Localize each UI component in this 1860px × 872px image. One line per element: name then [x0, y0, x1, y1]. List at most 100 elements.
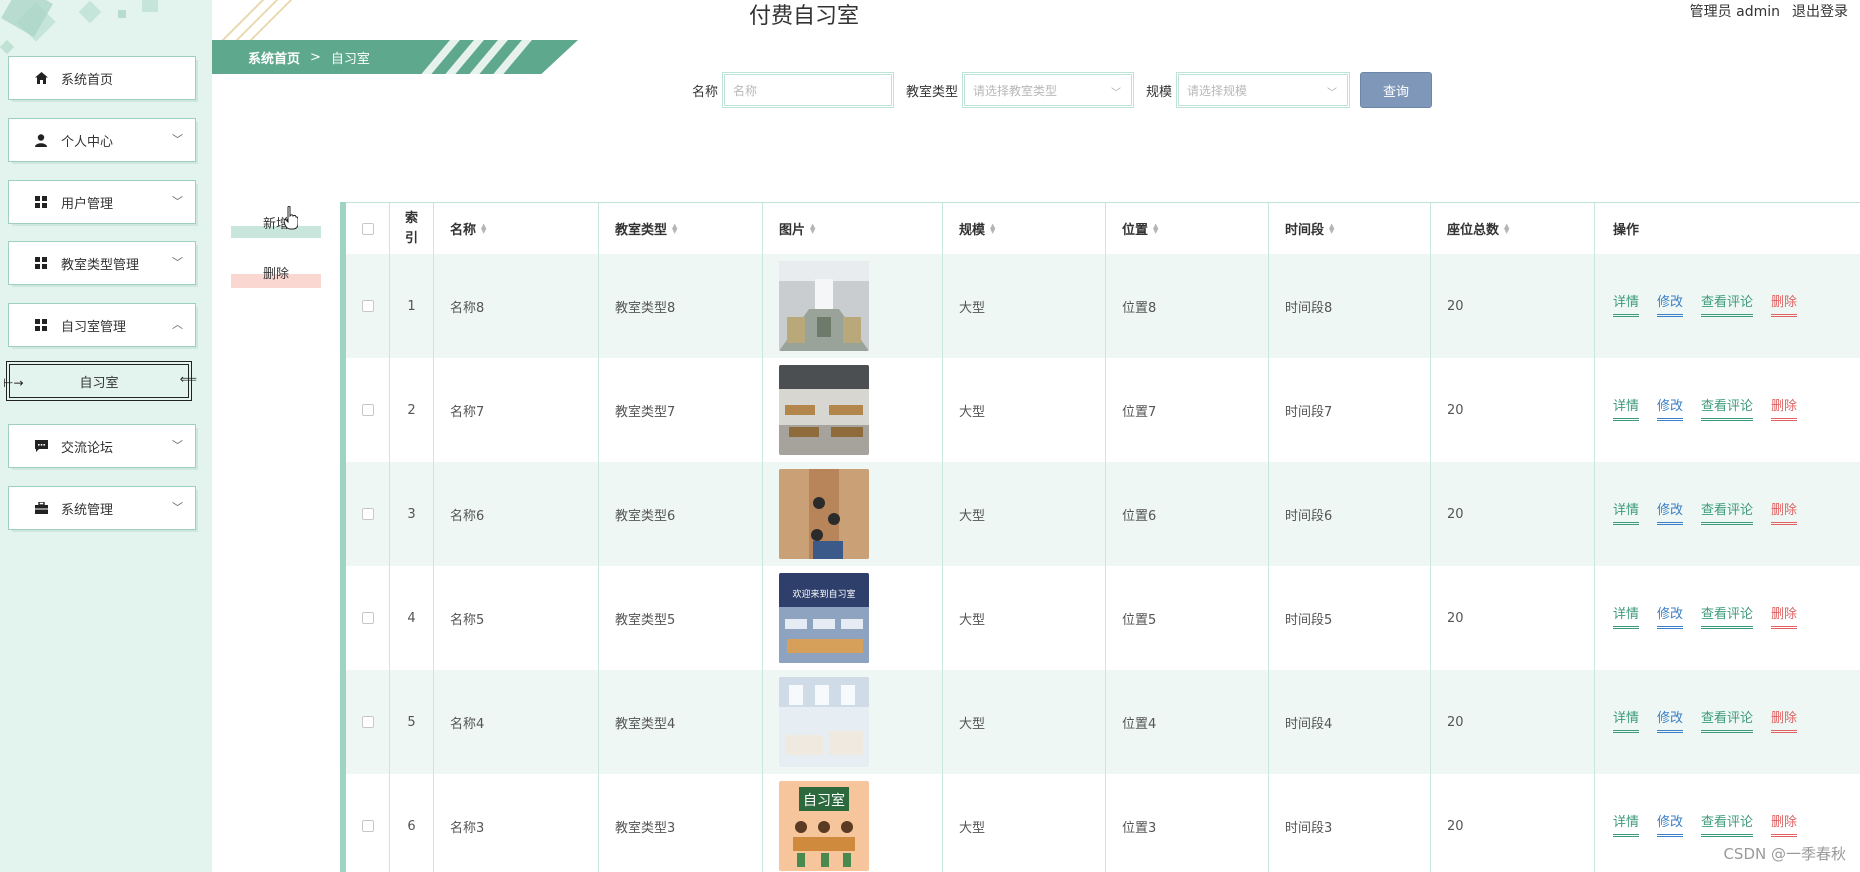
location-cell: 位置8 — [1106, 254, 1269, 358]
scale-cell: 大型 — [943, 774, 1106, 872]
sort-icon[interactable]: ▲ ▼ — [481, 222, 486, 234]
sidebar-subitem-study-room[interactable]: ⊢→ 自习室 ⟸ — [3, 361, 197, 401]
seats-cell: 20 — [1431, 670, 1595, 774]
name-cell: 名称5 — [434, 566, 599, 670]
header-location[interactable]: 位置 ▲ ▼ — [1106, 203, 1269, 254]
view-comments-button[interactable]: 查看评论 — [1701, 503, 1754, 525]
row-delete-button[interactable]: 删除 — [1771, 503, 1798, 525]
sort-icon[interactable]: ▲ ▼ — [810, 222, 815, 234]
type-cell: 教室类型7 — [599, 358, 763, 462]
row-checkbox[interactable] — [361, 820, 374, 832]
row-delete-button[interactable]: 删除 — [1771, 607, 1798, 629]
row-delete-button[interactable]: 删除 — [1771, 815, 1798, 837]
edit-button[interactable]: 修改 — [1657, 399, 1684, 421]
search-form: 名称 名称 教室类型 请选择教室类型 ﹀ 规模 请选择规模 ﹀ 查询 — [692, 72, 1433, 108]
chevron-down-icon: ﹀ — [1111, 88, 1122, 99]
sidebar-item-user-management[interactable]: 用户管理 ﹀ — [8, 180, 196, 224]
sidebar-item-personal-center[interactable]: 个人中心 ﹀ — [8, 118, 196, 162]
sidebar-subitem-label: 自习室 — [79, 375, 119, 391]
header-type-label: 教室类型 — [615, 223, 668, 238]
logout-link[interactable]: 退出登录 — [1792, 1, 1848, 21]
detail-button[interactable]: 详情 — [1613, 815, 1640, 837]
scale-cell: 大型 — [943, 462, 1106, 566]
chevron-down-icon: ﹀ — [1327, 88, 1338, 99]
edit-button[interactable]: 修改 — [1657, 815, 1684, 837]
header-index-line1: 索 — [404, 210, 418, 226]
detail-button[interactable]: 详情 — [1613, 607, 1640, 629]
detail-button[interactable]: 详情 — [1613, 503, 1640, 525]
sort-icon[interactable]: ▲ ▼ — [990, 222, 995, 234]
row-checkbox[interactable] — [361, 404, 374, 416]
operations-cell: 详情 修改 查看评论 删除 — [1595, 670, 1860, 774]
row-checkbox[interactable] — [361, 716, 374, 728]
detail-button[interactable]: 详情 — [1613, 295, 1640, 317]
breadcrumb-home[interactable]: 系统首页 — [248, 48, 300, 67]
sort-icon[interactable]: ▲ ▼ — [1153, 222, 1158, 234]
sidebar-item-forum[interactable]: 交流论坛 ﹀ — [8, 424, 196, 468]
decor-square — [118, 10, 126, 18]
row-delete-button[interactable]: 删除 — [1771, 295, 1798, 317]
edit-button[interactable]: 修改 — [1657, 607, 1684, 629]
table-row: 5 名称4 教室类型4 大型 位置4 时间段4 20 详情 修改 查看评论 删除 — [346, 670, 1860, 774]
row-select-cell — [346, 462, 390, 566]
header-operations: 操作 — [1595, 203, 1860, 254]
table-row: 6 名称3 教室类型3 自习室 大型 位置3 时间段3 20 详情 修改 查看评论 删除 — [346, 774, 1860, 872]
study-room-table: 索 引 名称 ▲ ▼ 教室类型 ▲ ▼ 图片 ▲ ▼ 规模 ▲ ▼ 位置 ▲ ▼ 时间段 ▲ ▼ 座位总… — [340, 202, 1860, 872]
classroom-type-select[interactable]: 请选择教室类型 ﹀ — [962, 72, 1135, 108]
room-thumbnail[interactable] — [779, 677, 869, 767]
query-button[interactable]: 查询 — [1360, 72, 1433, 108]
room-thumbnail[interactable] — [779, 469, 869, 559]
sidebar-item-label: 系统首页 — [61, 72, 114, 88]
breadcrumb-stripes — [413, 40, 538, 74]
row-checkbox[interactable] — [361, 300, 374, 312]
scale-cell: 大型 — [943, 358, 1106, 462]
thumb-caption: 欢迎来到自习室 — [792, 588, 855, 600]
room-thumbnail[interactable] — [779, 261, 869, 351]
type-cell: 教室类型4 — [599, 670, 763, 774]
header-image[interactable]: 图片 ▲ ▼ — [763, 203, 943, 254]
sidebar-item-classroom-type-management[interactable]: 教室类型管理 ﹀ — [8, 241, 196, 285]
user-icon — [31, 133, 51, 147]
row-checkbox[interactable] — [361, 508, 374, 520]
table-row: 2 名称7 教室类型7 大型 位置7 时间段7 20 详情 修改 查看评论 删除 — [346, 358, 1860, 462]
row-checkbox[interactable] — [361, 612, 374, 624]
room-thumbnail[interactable]: 欢迎来到自习室 — [779, 573, 869, 663]
chevron-down-icon: ﹀ — [172, 501, 183, 514]
row-delete-button[interactable]: 删除 — [1771, 399, 1798, 421]
header-type[interactable]: 教室类型 ▲ ▼ — [599, 203, 763, 254]
seats-cell: 20 — [1431, 462, 1595, 566]
header-name[interactable]: 名称 ▲ ▼ — [434, 203, 599, 254]
detail-button[interactable]: 详情 — [1613, 711, 1640, 733]
header-time-slot[interactable]: 时间段 ▲ ▼ — [1269, 203, 1431, 254]
scale-select[interactable]: 请选择规模 ﹀ — [1176, 72, 1351, 108]
sidebar-item-system-management[interactable]: 系统管理 ﹀ — [8, 486, 196, 530]
sort-icon[interactable]: ▲ ▼ — [672, 222, 677, 234]
name-cell: 名称8 — [434, 254, 599, 358]
sort-icon[interactable]: ▲ ▼ — [1504, 222, 1509, 234]
header-scale[interactable]: 规模 ▲ ▼ — [943, 203, 1106, 254]
room-thumbnail[interactable] — [779, 365, 869, 455]
room-thumbnail[interactable]: 自习室 — [779, 781, 869, 871]
add-button[interactable]: 新增 — [231, 206, 321, 238]
view-comments-button[interactable]: 查看评论 — [1701, 815, 1754, 837]
edit-button[interactable]: 修改 — [1657, 711, 1684, 733]
header-time-slot-label: 时间段 — [1285, 223, 1325, 238]
time-slot-cell: 时间段4 — [1269, 670, 1431, 774]
view-comments-button[interactable]: 查看评论 — [1701, 399, 1754, 421]
sidebar-item-study-room-management[interactable]: 自习室管理 ︿ — [8, 303, 196, 347]
delete-button[interactable]: 删除 — [231, 256, 321, 288]
sidebar-item-home[interactable]: 系统首页 — [8, 56, 196, 100]
select-all-checkbox[interactable] — [361, 222, 374, 235]
view-comments-button[interactable]: 查看评论 — [1701, 607, 1754, 629]
edit-button[interactable]: 修改 — [1657, 503, 1684, 525]
header-operations-label: 操作 — [1613, 223, 1640, 238]
operations-cell: 详情 修改 查看评论 删除 — [1595, 254, 1860, 358]
row-delete-button[interactable]: 删除 — [1771, 711, 1798, 733]
header-seats[interactable]: 座位总数 ▲ ▼ — [1431, 203, 1595, 254]
view-comments-button[interactable]: 查看评论 — [1701, 711, 1754, 733]
detail-button[interactable]: 详情 — [1613, 399, 1640, 421]
sort-icon[interactable]: ▲ ▼ — [1329, 222, 1334, 234]
view-comments-button[interactable]: 查看评论 — [1701, 295, 1754, 317]
edit-button[interactable]: 修改 — [1657, 295, 1684, 317]
name-input[interactable]: 名称 — [722, 72, 895, 108]
